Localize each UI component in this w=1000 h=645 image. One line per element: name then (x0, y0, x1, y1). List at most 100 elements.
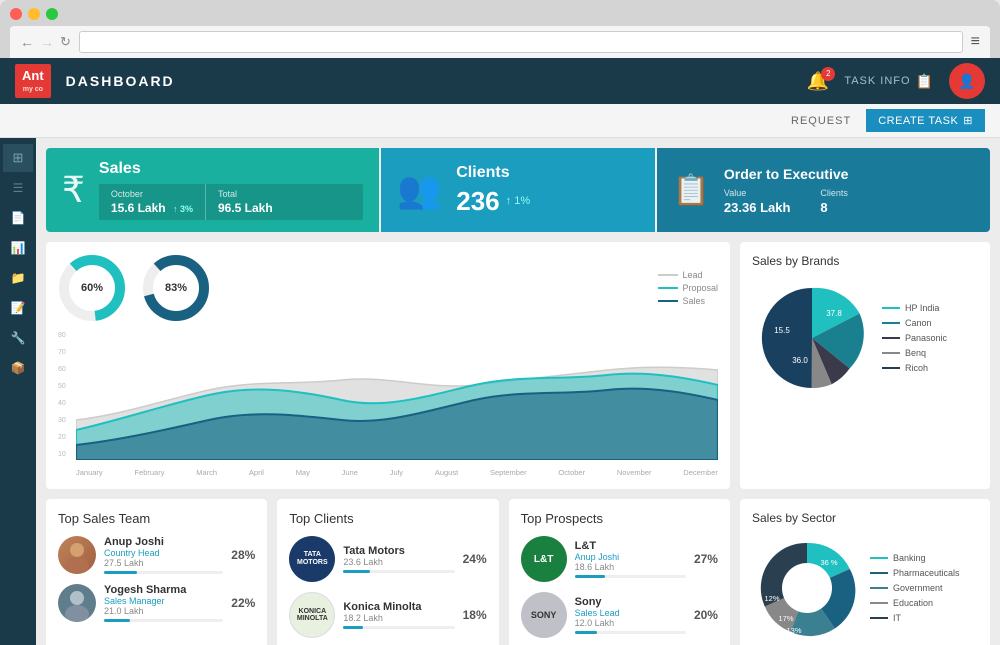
main-layout: ⊞ ☰ 📄 📊 📁 📝 🔧 📦 ₹ Sales O (0, 138, 1000, 645)
svg-text:36.0: 36.0 (792, 356, 808, 365)
logo-main: Ant (22, 68, 44, 85)
legend-proposal: Proposal (658, 283, 718, 293)
client-1-pct: 24% (463, 552, 487, 566)
browser-nav: ← → ↻ (20, 34, 71, 50)
donut-2-label: 83% (165, 282, 187, 294)
person-2-avatar (58, 584, 96, 622)
user-avatar-button[interactable]: 👤 (949, 63, 985, 99)
sector-govt: Government (870, 583, 960, 593)
sales-details: October 15.6 Lakh ↑ 3% Total 96.5 Lakh (99, 184, 364, 220)
request-button[interactable]: REQUEST (791, 115, 851, 127)
client-1-fill (343, 570, 370, 573)
client-1-info: Tata Motors 23.6 Lakh (343, 545, 454, 573)
sales-october: October 15.6 Lakh ↑ 3% (99, 184, 205, 220)
value-val: 23.36 Lakh (724, 200, 791, 215)
toolbar: REQUEST CREATE TASK ⊞ (0, 104, 1000, 138)
svg-text:12%: 12% (764, 594, 779, 603)
svg-text:36 %: 36 % (820, 558, 837, 567)
brands-pie-svg: 37.8 36.0 15.5 (752, 278, 872, 398)
top-sales-card: Top Sales Team Anup Joshi Country Head 2… (46, 499, 267, 645)
clients-val: 236 (456, 186, 499, 217)
sidebar-item-note[interactable]: 📝 (3, 294, 33, 322)
sector-title: Sales by Sector (752, 511, 978, 525)
sales-person-1: Anup Joshi Country Head 27.5 Lakh 28% (58, 536, 255, 574)
top-clients-card: Top Clients TATAMOTORS Tata Motors 23.6 … (277, 499, 498, 645)
prospect-2-val: 12.0 Lakh (575, 618, 686, 628)
orders-details: Value 23.36 Lakh Clients 8 (724, 188, 974, 215)
total-label: Total (218, 189, 273, 199)
brand-canon: Canon (882, 318, 947, 328)
client-2-logo: KONICAMINOLTA (289, 592, 335, 638)
sector-pharma: Pharmaceuticals (870, 568, 960, 578)
sector-legend: Banking Pharmaceuticals Government Educa… (870, 553, 960, 623)
sidebar-item-box[interactable]: 📦 (3, 354, 33, 382)
brands-legend: HP India Canon Panasonic Benq (882, 303, 947, 373)
address-bar[interactable] (79, 31, 963, 53)
refresh-button[interactable]: ↻ (60, 34, 71, 50)
logo: Ant my co (15, 64, 51, 98)
prospect-1: L&T L&T Anup Joshi 18.6 Lakh 27% (521, 536, 718, 582)
person-1-info: Anup Joshi Country Head 27.5 Lakh (104, 536, 223, 574)
client-2-name: Konica Minolta (343, 601, 454, 613)
sector-banking: Banking (870, 553, 960, 563)
person-2-pct: 22% (231, 596, 255, 610)
person-1-val: 27.5 Lakh (104, 558, 223, 568)
back-button[interactable]: ← (20, 34, 34, 50)
charts-row: 60% 83% (46, 242, 990, 489)
client-1-val: 23.6 Lakh (343, 557, 454, 567)
menu-button[interactable]: ≡ (971, 33, 980, 51)
create-task-icon: ⊞ (963, 114, 973, 127)
legend-proposal-line (658, 287, 678, 289)
sidebar-item-grid[interactable]: ⊞ (3, 144, 33, 172)
brand-ricoh: Ricoh (882, 363, 947, 373)
prospect-1-val: 18.6 Lakh (575, 562, 686, 572)
clients-label2: Clients (820, 188, 848, 198)
svg-text:15.5: 15.5 (774, 326, 790, 335)
sales-content: Sales October 15.6 Lakh ↑ 3% Total (99, 160, 364, 220)
x-axis-labels: JanuaryFebruaryMarchAprilMayJuneJulyAugu… (58, 468, 718, 477)
rupee-icon: ₹ (62, 169, 85, 211)
value-label: Value (724, 188, 791, 198)
prospect-2-info: Sony Sales Lead 12.0 Lakh (575, 596, 686, 634)
content-area: ₹ Sales October 15.6 Lakh ↑ 3% (36, 138, 1000, 645)
bell-button[interactable]: 🔔 2 (807, 71, 829, 92)
svg-text:17%: 17% (778, 614, 793, 623)
top-nav: Ant my co DASHBOARD 🔔 2 TASK INFO 📋 👤 (0, 58, 1000, 104)
dot-red (10, 8, 22, 20)
brand-hp: HP India (882, 303, 947, 313)
create-task-button[interactable]: CREATE TASK ⊞ (866, 109, 985, 132)
sidebar-item-list[interactable]: ☰ (3, 174, 33, 202)
sales-title: Sales (99, 160, 364, 178)
prospect-1-fill (575, 575, 605, 578)
client-1: TATAMOTORS Tata Motors 23.6 Lakh 24% (289, 536, 486, 582)
person-1-fill (104, 571, 137, 574)
legend-proposal-label: Proposal (682, 283, 718, 293)
browser-chrome: ← → ↻ ≡ (0, 0, 1000, 58)
sidebar-item-doc[interactable]: 📄 (3, 204, 33, 232)
sidebar: ⊞ ☰ 📄 📊 📁 📝 🔧 📦 (0, 138, 36, 645)
prospect-1-name: L&T (575, 540, 686, 552)
clients-val2: 8 (820, 200, 848, 215)
clients-up: ↑ 1% (506, 195, 530, 207)
sidebar-item-settings[interactable]: 🔧 (3, 324, 33, 352)
person-1-pct: 28% (231, 548, 255, 562)
nav-actions: 🔔 2 TASK INFO 📋 👤 (807, 63, 985, 99)
clients-content: Clients 236 ↑ 1% (456, 164, 530, 217)
clients-val-row: 236 ↑ 1% (456, 186, 530, 217)
donut-1-wrap: 60% (58, 254, 126, 322)
task-info-button[interactable]: TASK INFO 📋 (844, 73, 934, 90)
stat-card-clients: 👥 Clients 236 ↑ 1% (381, 148, 654, 232)
person-1-progress (104, 571, 223, 574)
client-2-info: Konica Minolta 18.2 Lakh (343, 601, 454, 629)
orders-clients: Clients 8 (820, 188, 848, 215)
top-prospects-card: Top Prospects L&T L&T Anup Joshi 18.6 La… (509, 499, 730, 645)
sidebar-item-chart[interactable]: 📊 (3, 234, 33, 262)
client-2-progress (343, 626, 454, 629)
orders-content: Order to Executive Value 23.36 Lakh Clie… (724, 166, 974, 215)
sidebar-item-folder[interactable]: 📁 (3, 264, 33, 292)
sector-pie-svg: 36 % 17% 12% 13% (752, 533, 862, 643)
svg-text:37.8: 37.8 (826, 309, 842, 318)
forward-button[interactable]: → (40, 34, 54, 50)
legend-lead-line (658, 274, 678, 276)
october-label: October (111, 189, 193, 199)
